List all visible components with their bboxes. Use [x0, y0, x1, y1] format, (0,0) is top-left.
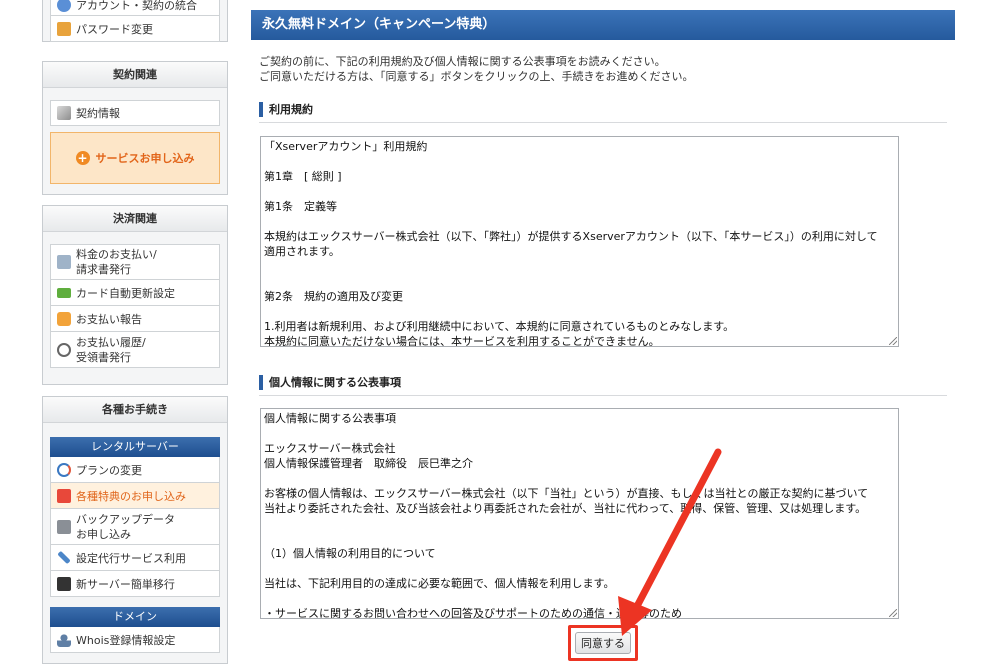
- panel-title: 契約関連: [43, 62, 227, 88]
- disk-icon: [57, 519, 71, 534]
- sidebar-item-whois-settings[interactable]: Whois登録情報設定: [50, 627, 220, 653]
- migrate-icon: [57, 576, 71, 591]
- sidebar-item-label: お支払い報告: [76, 312, 142, 326]
- sidebar-item-label: お支払い履歴/ 受領書発行: [76, 335, 146, 364]
- privacy-text: 個人情報に関する公表事項 エックスサーバー株式会社 個人情報保護管理者 取締役 …: [264, 412, 869, 619]
- agree-button[interactable]: 同意する: [575, 632, 631, 654]
- intro-text: ご契約の前に、下記の利用規約及び個人情報に関する公表事項をお読みください。 ご同…: [259, 54, 694, 84]
- sidebar-item-label: パスワード変更: [76, 22, 153, 36]
- terms-textarea[interactable]: 「Xserverアカウント」利用規約 第1章 [ 総則 ] 第1条 定義等 本規…: [260, 136, 899, 347]
- sidebar-item-label: 料金のお支払い/ 請求書発行: [76, 248, 157, 276]
- intro-line-1: ご契約の前に、下記の利用規約及び個人情報に関する公表事項をお読みください。: [259, 55, 666, 68]
- resize-handle-icon[interactable]: [889, 337, 897, 345]
- sidebar-item-label: Whois登録情報設定: [76, 633, 176, 647]
- sidebar-item-label: プランの変更: [76, 463, 142, 477]
- sidebar-item-label: 各種特典のお申し込み: [76, 489, 186, 503]
- contract-panel: 契約関連 契約情報 + サービスお申し込み: [42, 61, 228, 195]
- user-icon: [57, 632, 71, 647]
- sidebar-item-payment-invoice[interactable]: 料金のお支払い/ 請求書発行: [50, 244, 220, 280]
- procedures-panel: 各種お手続き レンタルサーバー プランの変更 各種特典のお申し込み バックアップ…: [42, 396, 228, 664]
- chat-icon: [57, 311, 71, 326]
- terms-text: 「Xserverアカウント」利用規約 第1章 [ 総則 ] 第1条 定義等 本規…: [264, 140, 878, 347]
- sidebar-item-label: 設定代行サービス利用: [76, 551, 186, 565]
- sidebar-item-card-auto-renew[interactable]: カード自動更新設定: [50, 280, 220, 306]
- gift-icon: [57, 488, 71, 503]
- sidebar-item-password-change[interactable]: パスワード変更: [50, 16, 220, 42]
- panel-title: 各種お手続き: [43, 397, 227, 423]
- clock-icon: [57, 342, 71, 357]
- sidebar-item-label: 契約情報: [76, 107, 120, 120]
- sidebar-item-label: アカウント・契約の統合: [76, 0, 197, 12]
- sidebar-item-contract-info[interactable]: 契約情報: [50, 100, 220, 126]
- wrench-icon: [57, 550, 71, 565]
- invoice-icon: [57, 255, 71, 269]
- sidebar-item-label: 新サーバー簡単移行: [76, 577, 175, 591]
- sidebar-item-label: バックアップデータ お申し込み: [76, 512, 175, 541]
- page-title: 永久無料ドメイン（キャンペーン特典）: [251, 10, 955, 40]
- sidebar-item-payment-history[interactable]: お支払い履歴/ 受領書発行: [50, 332, 220, 368]
- credit-card-icon: [57, 287, 71, 298]
- privacy-textarea[interactable]: 個人情報に関する公表事項 エックスサーバー株式会社 個人情報保護管理者 取締役 …: [260, 408, 899, 619]
- resize-handle-icon[interactable]: [889, 609, 897, 617]
- swap-icon: [57, 462, 71, 477]
- document-icon: [57, 106, 71, 120]
- agree-button-highlight: 同意する: [568, 625, 638, 661]
- account-panel: アカウント・契約の統合 パスワード変更: [42, 0, 228, 42]
- sidebar-item-server-migration[interactable]: 新サーバー簡単移行: [50, 571, 220, 597]
- sidebar-item-setup-service[interactable]: 設定代行サービス利用: [50, 545, 220, 571]
- terms-heading: 利用規約: [259, 97, 947, 123]
- service-apply-label: サービスお申し込み: [95, 152, 195, 165]
- sidebar-item-label: カード自動更新設定: [76, 286, 175, 300]
- rental-server-header: レンタルサーバー: [50, 437, 220, 457]
- panel-title: 決済関連: [43, 206, 227, 232]
- domain-header: ドメイン: [50, 607, 220, 627]
- sidebar-item-benefits-apply[interactable]: 各種特典のお申し込み: [50, 483, 220, 509]
- service-apply-button[interactable]: + サービスお申し込み: [50, 132, 220, 184]
- sidebar-item-payment-report[interactable]: お支払い報告: [50, 306, 220, 332]
- lock-icon: [57, 21, 71, 36]
- sidebar-item-backup-apply[interactable]: バックアップデータ お申し込み: [50, 509, 220, 545]
- sidebar-item-account-merge[interactable]: アカウント・契約の統合: [50, 0, 220, 16]
- sidebar-item-plan-change[interactable]: プランの変更: [50, 457, 220, 483]
- payment-panel: 決済関連 料金のお支払い/ 請求書発行 カード自動更新設定 お支払い報告 お支払…: [42, 205, 228, 385]
- intro-line-2: ご同意いただける方は、「同意する」ボタンをクリックの上、手続きをお進めください。: [259, 70, 694, 83]
- plus-circle-icon: +: [75, 151, 90, 165]
- account-icon: [57, 0, 71, 12]
- privacy-heading: 個人情報に関する公表事項: [259, 370, 947, 396]
